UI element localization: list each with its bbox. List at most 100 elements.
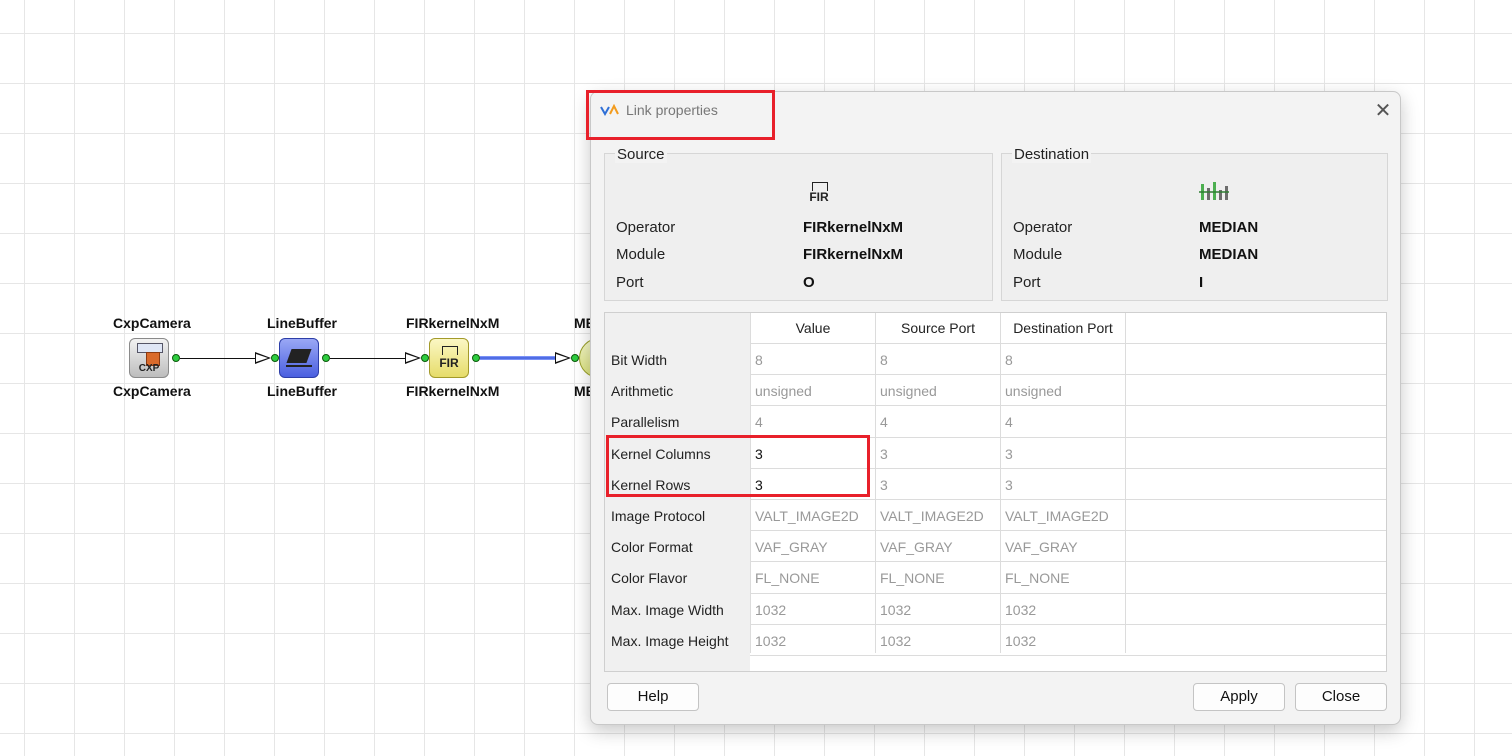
destination-module-label: Module: [1013, 246, 1063, 263]
destination-port-cell: VALT_IMAGE2D: [1005, 508, 1109, 524]
row-divider: [750, 530, 1386, 531]
value-cell: VALT_IMAGE2D: [755, 508, 859, 524]
cxp-camera-icon[interactable]: CXP: [129, 338, 169, 378]
col-divider: [750, 313, 751, 653]
port-out-dot[interactable]: [322, 354, 330, 362]
source-port-cell: 4: [880, 414, 888, 430]
link-line[interactable]: [180, 358, 256, 359]
destination-port-cell: FL_NONE: [1005, 570, 1070, 586]
link-property-table[interactable]: Value Source Port Destination Port Bit W…: [604, 312, 1387, 672]
source-port-cell: 8: [880, 352, 888, 368]
median-filter-icon: [1199, 182, 1229, 200]
port-in-dot[interactable]: [421, 354, 429, 362]
source-port-cell: 3: [880, 477, 888, 493]
apply-button[interactable]: Apply: [1193, 683, 1285, 711]
row-header: Max. Image Width: [611, 602, 724, 618]
source-port-cell: 1032: [880, 633, 912, 649]
row-divider: [750, 593, 1386, 594]
value-cell: VAF_GRAY: [755, 539, 828, 555]
destination-port-cell: 3: [1005, 446, 1013, 462]
design-canvas[interactable]: CxpCamera CXP CxpCamera LineBuffer LineB…: [0, 0, 619, 756]
node-cxpcamera-subtitle: CxpCamera: [113, 383, 191, 399]
value-cell[interactable]: 3: [755, 446, 763, 462]
app-logo-icon: [600, 104, 619, 116]
destination-group-title: Destination: [1012, 146, 1092, 163]
column-header-source-port[interactable]: Source Port: [876, 320, 1000, 336]
destination-port-cell: unsigned: [1005, 383, 1062, 399]
cxp-icon-text: CXP: [138, 363, 160, 374]
source-group: Source FIR Operator Module Port FIRkerne…: [604, 146, 993, 301]
selected-link-line[interactable]: [480, 356, 556, 360]
source-port-cell: VALT_IMAGE2D: [880, 508, 984, 524]
source-module-value: FIRkernelNxM: [803, 246, 904, 263]
link-arrow: [405, 352, 421, 364]
value-cell: 1032: [755, 602, 787, 618]
value-cell: FL_NONE: [755, 570, 820, 586]
fir-icon-text: FIR: [439, 356, 459, 370]
source-operator-value: FIRkernelNxM: [803, 219, 904, 236]
column-header-value[interactable]: Value: [751, 320, 875, 336]
node-fir-title: FIRkernelNxM: [406, 315, 500, 331]
source-port-cell: FL_NONE: [880, 570, 945, 586]
column-header-destination-port[interactable]: Destination Port: [1001, 320, 1125, 336]
col-divider: [1386, 313, 1387, 653]
source-operator-label: Operator: [616, 219, 676, 236]
row-header: Arithmetic: [611, 383, 674, 399]
source-group-title: Source: [615, 146, 667, 163]
link-arrow: [555, 352, 571, 364]
line-buffer-icon[interactable]: [279, 338, 319, 378]
destination-port-cell: 8: [1005, 352, 1013, 368]
destination-port-label: Port: [1013, 274, 1041, 291]
destination-operator-label: Operator: [1013, 219, 1073, 236]
row-header: Max. Image Height: [611, 633, 729, 649]
value-cell[interactable]: 3: [755, 477, 763, 493]
source-fir-icon: FIR: [805, 180, 835, 208]
row-header: Image Protocol: [611, 508, 706, 524]
source-icon-text: FIR: [809, 190, 829, 204]
close-button[interactable]: Close: [1295, 683, 1387, 711]
source-module-label: Module: [616, 246, 666, 263]
value-cell: 8: [755, 352, 763, 368]
source-port-cell: unsigned: [880, 383, 937, 399]
source-port-value: O: [803, 274, 815, 291]
row-header: Bit Width: [611, 352, 668, 368]
row-divider: [750, 437, 1386, 438]
link-arrow: [255, 352, 271, 364]
close-icon[interactable]: ✕: [1371, 98, 1395, 122]
port-out-dot[interactable]: [172, 354, 180, 362]
node-cxpcamera-title: CxpCamera: [113, 315, 191, 331]
value-cell: unsigned: [755, 383, 812, 399]
link-line[interactable]: [330, 358, 406, 359]
row-divider: [750, 468, 1386, 469]
row-divider: [750, 624, 1386, 625]
row-divider: [750, 499, 1386, 500]
node-linebuffer-title: LineBuffer: [267, 315, 337, 331]
col-divider: [1125, 313, 1126, 653]
destination-operator-value: MEDIAN: [1199, 219, 1259, 236]
port-in-dot[interactable]: [271, 354, 279, 362]
link-properties-dialog: Link properties ✕ Source FIR Operator Mo…: [586, 90, 1401, 725]
destination-port-cell: VAF_GRAY: [1005, 539, 1078, 555]
value-cell: 4: [755, 414, 763, 430]
destination-group: Destination Operator Module Port MEDIAN …: [1001, 146, 1388, 301]
node-linebuffer-subtitle: LineBuffer: [267, 383, 337, 399]
help-button[interactable]: Help: [607, 683, 699, 711]
dialog-title: Link properties: [626, 102, 718, 118]
row-divider: [750, 343, 1386, 344]
row-header: Kernel Columns: [611, 446, 711, 462]
port-out-dot[interactable]: [472, 354, 480, 362]
destination-port-cell: 4: [1005, 414, 1013, 430]
source-port-cell: 1032: [880, 602, 912, 618]
destination-port-cell: 3: [1005, 477, 1013, 493]
row-divider: [750, 405, 1386, 406]
fir-icon[interactable]: FIR: [429, 338, 469, 378]
destination-module-value: MEDIAN: [1199, 246, 1259, 263]
destination-port-cell: 1032: [1005, 602, 1037, 618]
row-header: Color Flavor: [611, 570, 688, 586]
row-divider: [750, 374, 1386, 375]
source-port-cell: 3: [880, 446, 888, 462]
col-divider: [875, 313, 876, 653]
destination-port-value: I: [1199, 274, 1204, 291]
row-header: Color Format: [611, 539, 693, 555]
port-in-dot[interactable]: [571, 354, 579, 362]
